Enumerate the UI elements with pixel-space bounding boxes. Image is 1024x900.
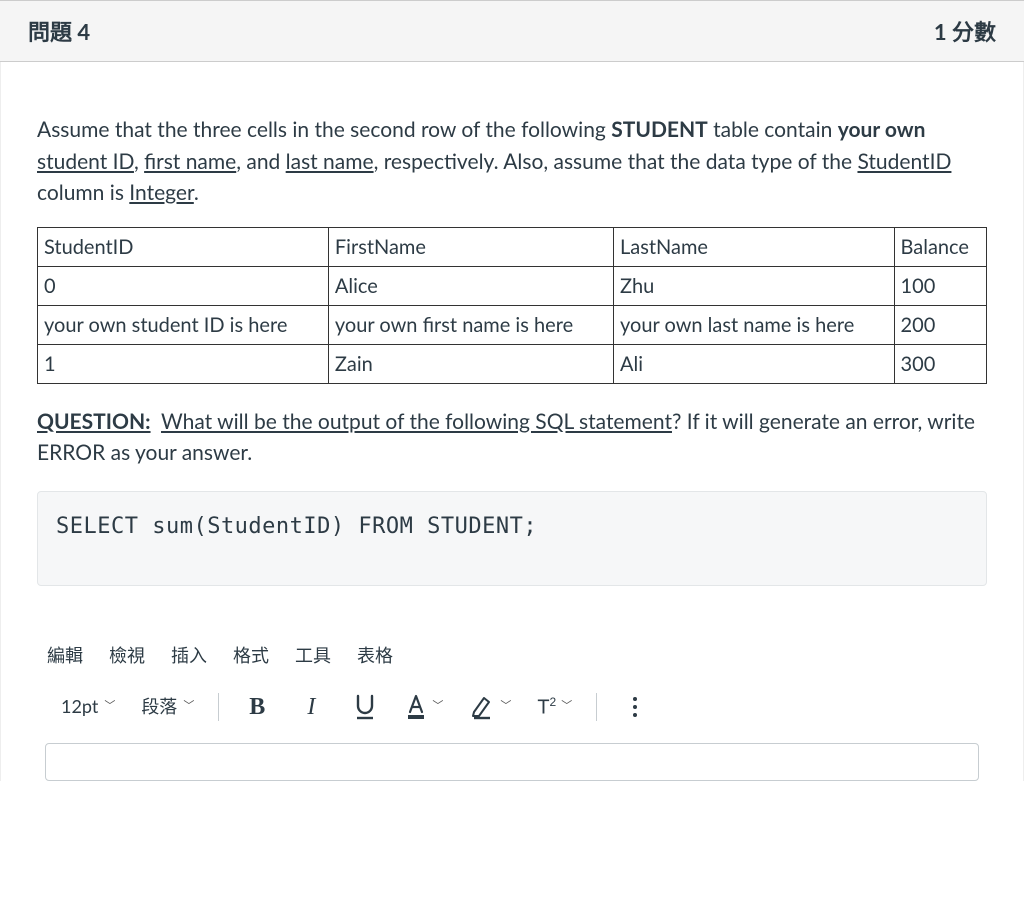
- question-title: 問題 4: [28, 15, 90, 47]
- student-table: StudentID FirstName LastName Balance 0 A…: [37, 227, 987, 384]
- prompt-paragraph: Assume that the three cells in the secon…: [37, 114, 987, 209]
- chevron-down-icon: ﹀: [183, 698, 194, 715]
- menu-tools[interactable]: 工具: [295, 642, 331, 669]
- toolbar-separator: [596, 693, 597, 721]
- table-cell: your own student ID is here: [38, 305, 329, 344]
- table-cell: 300: [894, 344, 986, 383]
- highlight-button[interactable]: ﹀: [469, 694, 511, 720]
- menu-insert[interactable]: 插入: [171, 642, 207, 669]
- table-cell: 0: [38, 266, 329, 305]
- question-line: QUESTION: What will be the output of the…: [37, 406, 987, 469]
- table-cell: Ali: [614, 344, 895, 383]
- question-body: Assume that the three cells in the secon…: [0, 62, 1024, 781]
- toolbar-separator: [218, 693, 219, 721]
- chevron-down-icon: ﹀: [432, 701, 443, 712]
- menu-table[interactable]: 表格: [357, 642, 393, 669]
- table-row: your own student ID is here your own fir…: [38, 305, 987, 344]
- table-cell: your own last name is here: [614, 305, 895, 344]
- block-type-select[interactable]: 段落﹀: [141, 693, 194, 720]
- superscript-button[interactable]: T2 ﹀: [537, 696, 572, 718]
- table-cell: Zain: [328, 344, 613, 383]
- table-row: 0 Alice Zhu 100: [38, 266, 987, 305]
- table-header-cell: FirstName: [328, 227, 613, 266]
- question-text: What will be the output of the following…: [161, 409, 672, 434]
- table-header-row: StudentID FirstName LastName Balance: [38, 227, 987, 266]
- answer-editor[interactable]: [45, 743, 979, 781]
- question-points: 1 分數: [934, 15, 996, 47]
- table-cell: Zhu: [614, 266, 895, 305]
- menu-view[interactable]: 檢視: [109, 642, 145, 669]
- underline-button[interactable]: [351, 694, 379, 720]
- question-label: QUESTION:: [37, 409, 151, 434]
- italic-button[interactable]: I: [297, 695, 325, 719]
- editor-menubar: 編輯 檢視 插入 格式 工具 表格: [37, 638, 987, 687]
- chevron-down-icon: ﹀: [104, 698, 115, 715]
- table-row: 1 Zain Ali 300: [38, 344, 987, 383]
- question-header: 問題 4 1 分數: [0, 0, 1024, 62]
- chevron-down-icon: ﹀: [500, 701, 511, 712]
- table-cell: 100: [894, 266, 986, 305]
- table-cell: Alice: [328, 266, 613, 305]
- chevron-down-icon: ﹀: [561, 701, 572, 712]
- menu-edit[interactable]: 編輯: [47, 642, 83, 669]
- text-color-button[interactable]: ﹀: [405, 694, 443, 720]
- table-header-cell: Balance: [894, 227, 986, 266]
- table-header-cell: LastName: [614, 227, 895, 266]
- font-size-select[interactable]: 12pt﹀: [61, 693, 115, 720]
- more-button[interactable]: [621, 695, 649, 719]
- table-cell: 1: [38, 344, 329, 383]
- menu-format[interactable]: 格式: [233, 642, 269, 669]
- editor-toolbar: 12pt﹀ 段落﹀ B I ﹀ ﹀ T2 ﹀: [37, 687, 987, 739]
- bold-button[interactable]: B: [243, 695, 271, 719]
- code-block: SELECT sum(StudentID) FROM STUDENT;: [37, 491, 987, 586]
- table-cell: 200: [894, 305, 986, 344]
- table-header-cell: StudentID: [38, 227, 329, 266]
- table-cell: your own first name is here: [328, 305, 613, 344]
